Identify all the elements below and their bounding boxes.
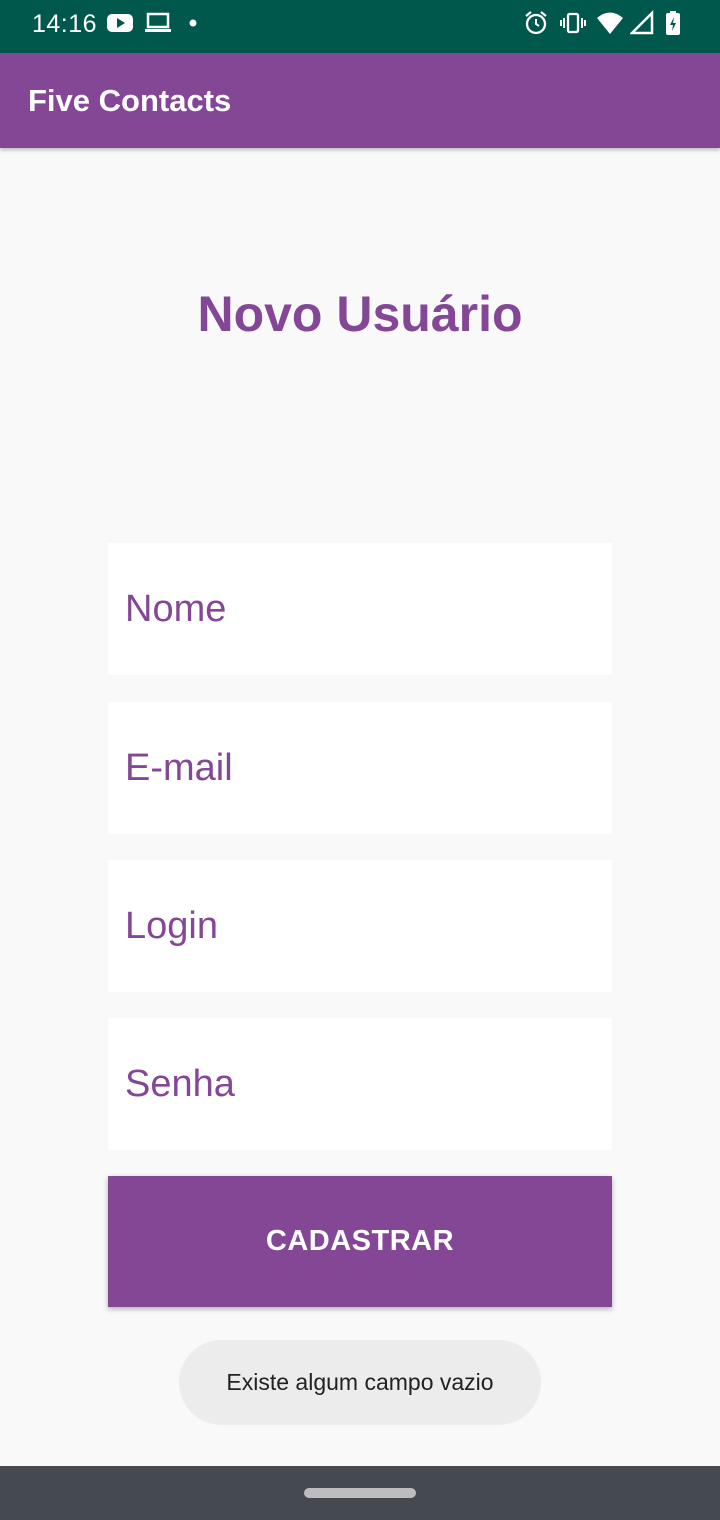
home-handle[interactable]	[304, 1488, 416, 1498]
toast-message: Existe algum campo vazio	[226, 1369, 494, 1395]
alarm-icon	[525, 11, 547, 35]
login-field[interactable]	[108, 860, 612, 992]
app-bar: Five Contacts	[0, 53, 720, 148]
status-time: 14:16	[32, 10, 98, 38]
status-bar: 14:16	[0, 0, 720, 53]
vibrate-icon	[560, 12, 586, 34]
password-field[interactable]	[108, 1018, 612, 1150]
battery-charging-icon	[666, 11, 680, 35]
signal-icon	[630, 10, 654, 35]
navigation-bar	[0, 1466, 720, 1520]
register-button[interactable]: CADASTRAR	[108, 1176, 612, 1307]
toast: Existe algum campo vazio	[179, 1340, 541, 1425]
status-right-icons	[524, 10, 694, 40]
name-field[interactable]	[108, 543, 612, 675]
page-title: Novo Usuário	[197, 286, 523, 342]
wifi-icon	[597, 12, 623, 34]
email-field[interactable]	[108, 702, 612, 834]
laptop-icon	[145, 12, 171, 32]
youtube-icon	[107, 14, 133, 32]
dot-icon	[189, 19, 197, 27]
app-title: Five Contacts	[28, 83, 232, 118]
